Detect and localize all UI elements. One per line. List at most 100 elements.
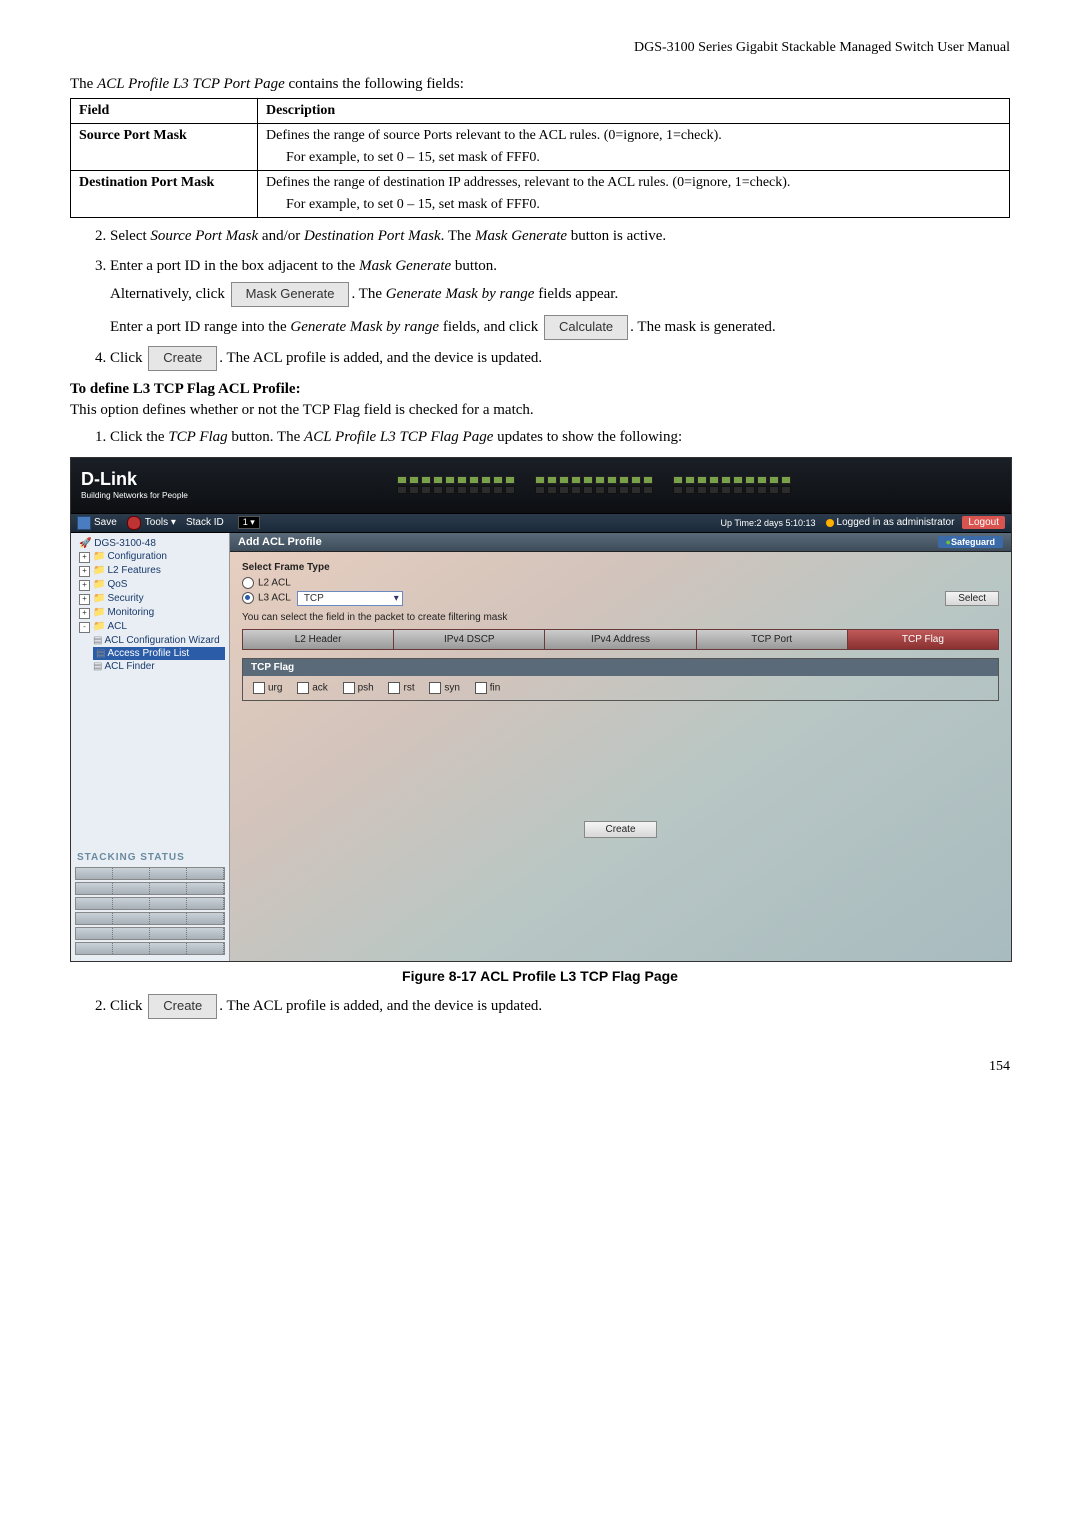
t: button. [451,258,497,274]
figure-caption: Figure 8-17 ACL Profile L3 TCP Flag Page [70,968,1010,984]
row2-desc: Defines the range of destination IP addr… [258,171,1010,218]
tree-l2[interactable]: +📁L2 Features [75,564,225,578]
t: Enter a port ID in the box adjacent to t… [110,258,359,274]
l3-acl-radio-row[interactable]: L3 ACL TCP Select [242,591,999,606]
expand-icon[interactable]: + [79,580,90,591]
hint-text: You can select the field in the packet t… [242,612,999,623]
row1-desc-a: Defines the range of source Ports releva… [266,128,1001,144]
tree-monitoring[interactable]: +📁Monitoring [75,606,225,620]
flag-rst[interactable]: rst [388,682,414,694]
create-button-inline-1[interactable]: Create [148,346,217,371]
folder-icon: 📁 [93,579,105,590]
t: fin [490,683,501,694]
mask-generate-button[interactable]: Mask Generate [231,282,350,307]
tree-config[interactable]: +📁Configuration [75,550,225,564]
tree-root[interactable]: 🚀 DGS-3100-48 [75,537,225,550]
t: psh [358,683,374,694]
step-3: Enter a port ID in the box adjacent to t… [110,254,1010,340]
flag-fin[interactable]: fin [475,682,501,694]
screenshot: D-Link Building Networks for People Save… [70,457,1012,962]
t: Mask Generate [359,258,451,274]
folder-icon: 📁 [93,593,105,604]
device-banner: D-Link Building Networks for People [71,458,1011,513]
row1-field: Source Port Mask [71,124,258,171]
t: Click [110,350,146,366]
t: DGS-3100-48 [94,538,156,549]
checkbox-icon[interactable] [297,682,309,694]
folder-icon: 📁 [93,607,105,618]
tab-ipv4-dscp[interactable]: IPv4 DSCP [394,630,545,649]
collapse-icon[interactable]: - [79,622,90,633]
tree-qos[interactable]: +📁QoS [75,578,225,592]
tree-acl-finder[interactable]: ▤ACL Finder [93,660,225,673]
row2-desc-b: For example, to set 0 – 15, set mask of … [266,197,1001,213]
radio-icon[interactable] [242,577,254,589]
t: . The mask is generated. [630,319,776,335]
select-button[interactable]: Select [945,591,999,606]
t: Logged in as administrator [837,517,955,528]
create-button-inline-2[interactable]: Create [148,994,217,1019]
close-icon[interactable] [127,516,141,530]
t: Monitoring [107,607,154,618]
t: Security [107,593,143,604]
tab-tcp-flag[interactable]: TCP Flag [848,630,998,649]
folder-icon: 📁 [93,621,105,632]
t: Select [110,228,150,244]
calculate-button[interactable]: Calculate [544,315,628,340]
radio-icon[interactable] [242,592,254,604]
t: button is active. [567,228,666,244]
tab-l2-header[interactable]: L2 Header [243,630,394,649]
expand-icon[interactable]: + [79,594,90,605]
checkbox-icon[interactable] [343,682,355,694]
status-bulb-icon [826,519,834,527]
l2-acl-radio-row[interactable]: L2 ACL [242,577,999,589]
t: Alternatively, click [110,286,229,302]
tree-security[interactable]: +📁Security [75,592,225,606]
create-button[interactable]: Create [584,821,656,838]
checkbox-icon[interactable] [429,682,441,694]
t: QoS [107,579,127,590]
tree-access-profile-list[interactable]: ▤Access Profile List [93,647,225,660]
tree-acl[interactable]: -📁ACL [75,620,225,634]
panel-title-text: Add ACL Profile [238,536,322,548]
row1-desc: Defines the range of source Ports releva… [258,124,1010,171]
folder-icon: 📁 [93,565,105,576]
logout-button[interactable]: Logout [962,516,1005,529]
main-panel: Add ACL Profile Safeguard Select Frame T… [230,533,1011,961]
checkbox-icon[interactable] [388,682,400,694]
flag-urg[interactable]: urg [253,682,282,694]
expand-icon[interactable]: + [79,552,90,563]
t: and/or [258,228,304,244]
expand-icon[interactable]: + [79,608,90,619]
stackid-select[interactable]: 1 ▾ [238,516,260,529]
fields-table: Field Description Source Port Mask Defin… [70,98,1010,218]
step-2: Select Source Port Mask and/or Destinati… [110,224,1010,248]
expand-icon[interactable]: + [79,566,90,577]
tree-acl-wizard[interactable]: ▤ACL Configuration Wizard [93,634,225,647]
section-heading: To define L3 TCP Flag ACL Profile: [70,381,1010,398]
stacking-status: STACKING STATUS [75,848,225,957]
save-menu[interactable]: Save [94,517,117,528]
tab-tcp-port[interactable]: TCP Port [697,630,848,649]
l3-protocol-select[interactable]: TCP [297,591,403,606]
flag-psh[interactable]: psh [343,682,374,694]
step-4: Click Create. The ACL profile is added, … [110,346,1010,371]
t: fields appear. [534,286,618,302]
t: . The [351,286,385,302]
checkbox-icon[interactable] [475,682,487,694]
t: Access Profile List [107,648,189,659]
intro-prefix: The [70,76,97,92]
flag-syn[interactable]: syn [429,682,460,694]
checkbox-icon[interactable] [253,682,265,694]
flag-ack[interactable]: ack [297,682,328,694]
t: . The ACL profile is added, and the devi… [219,998,542,1014]
t: ACL Configuration Wizard [104,635,219,646]
tab-ipv4-address[interactable]: IPv4 Address [545,630,696,649]
safeguard-badge: Safeguard [938,536,1003,548]
save-icon[interactable] [77,516,91,530]
tools-menu[interactable]: Tools [145,517,176,528]
t: ack [312,683,328,694]
port-panel-graphic [188,476,1001,494]
t: . The [441,228,475,244]
steps-list-b: Click the TCP Flag button. The ACL Profi… [110,425,1010,449]
